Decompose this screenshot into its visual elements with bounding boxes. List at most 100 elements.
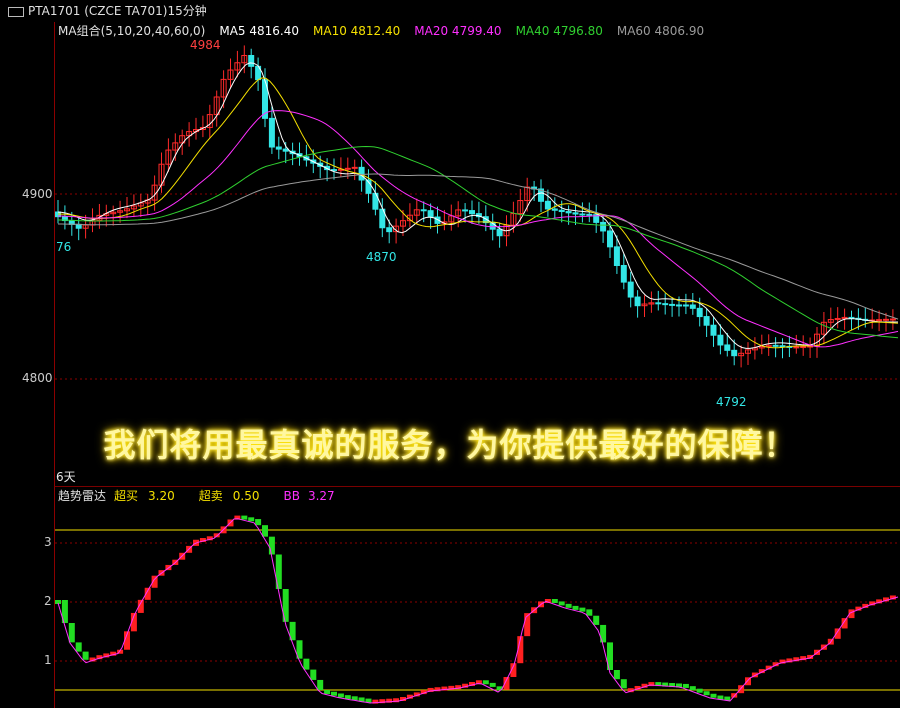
candle-body — [607, 230, 613, 248]
trend-bar — [489, 682, 496, 687]
candle-body — [731, 349, 738, 357]
trend-bar — [586, 609, 593, 616]
candle-body — [462, 209, 469, 212]
trend-bar — [241, 515, 248, 520]
trend-bar — [593, 615, 600, 625]
candle-body — [724, 344, 731, 351]
candle-body — [703, 316, 710, 326]
candle-body — [793, 346, 800, 349]
trend-bar — [572, 605, 579, 610]
trend-bar — [303, 658, 310, 670]
trend-radar-line — [57, 518, 899, 704]
sub-indicator-legend: 趋势雷达 超买 3.20 超卖 0.50 BB 3.27 — [58, 487, 349, 504]
candle-body — [717, 334, 724, 346]
candle-body — [682, 304, 689, 307]
trend-bar — [620, 679, 627, 689]
moving-average-lines — [57, 62, 899, 349]
candle-body — [275, 146, 282, 150]
candle-body — [848, 316, 855, 319]
promo-banner-text: 我们将用最真诚的服务，为你提供最好的保障！ — [103, 426, 797, 464]
candlestick-series — [55, 45, 896, 368]
y-label-4900: 4900 — [22, 187, 53, 201]
left-edge-label: 76 — [56, 240, 72, 254]
low-price-label-2: 4792 — [716, 395, 747, 409]
candle-body — [772, 344, 779, 347]
candle-body — [779, 345, 786, 348]
candle-body — [889, 318, 896, 321]
trend-bar — [482, 680, 489, 685]
candle-body — [427, 210, 434, 218]
candle-body — [248, 54, 255, 67]
candle-body — [662, 303, 669, 306]
chart-canvas[interactable] — [0, 0, 900, 708]
trend-bar — [558, 601, 565, 606]
candle-body — [420, 209, 427, 212]
candle-body — [710, 324, 717, 336]
trend-bar — [834, 628, 841, 639]
candle-body — [800, 346, 807, 349]
candle-body — [676, 304, 682, 307]
trend-bar — [310, 669, 317, 680]
indicator-name[interactable]: 趋势雷达 — [58, 489, 106, 503]
candle-body — [613, 246, 620, 266]
ma60-line — [58, 173, 899, 320]
candle-body — [876, 319, 883, 322]
oversell-label: 超卖 — [198, 489, 223, 503]
candle-body — [551, 208, 558, 211]
bb-value: 3.27 — [307, 489, 335, 503]
candle-body — [600, 221, 607, 232]
y-label-4800: 4800 — [22, 371, 53, 385]
trend-bar — [689, 686, 696, 691]
low-price-label-1: 4870 — [366, 250, 397, 264]
overbuy-label: 超买 — [114, 489, 139, 503]
trend-bar — [255, 519, 262, 526]
candle-body — [620, 264, 627, 283]
trend-bar — [710, 693, 717, 698]
ma5-line — [57, 62, 898, 349]
candle-body — [496, 228, 503, 237]
trend-bar — [841, 618, 848, 629]
sub-y-label-2: 2 — [44, 594, 52, 608]
candle-body — [669, 303, 676, 306]
candle-body — [344, 167, 351, 170]
candle-body — [351, 166, 358, 169]
trend-bar — [82, 651, 89, 660]
candle-body — [634, 296, 641, 307]
sub-y-label-3: 3 — [44, 535, 52, 549]
trend-bar — [613, 670, 620, 680]
trend-bar — [682, 683, 689, 688]
candle-body — [579, 213, 586, 216]
candle-body — [558, 209, 565, 213]
trend-bar — [68, 623, 75, 643]
trend-bar — [337, 693, 344, 698]
candle-body — [565, 211, 572, 214]
trend-bar — [579, 607, 586, 612]
trend-bar — [324, 690, 331, 695]
candle-body — [469, 210, 475, 215]
trend-bar — [75, 642, 82, 652]
trend-radar-bars — [55, 515, 896, 704]
bb-line — [57, 518, 899, 704]
trend-bar — [696, 688, 703, 693]
candle-body — [572, 212, 579, 215]
candle-body — [282, 148, 289, 152]
period-label: 6天 — [56, 470, 76, 484]
candle-body — [883, 318, 889, 321]
trend-bar — [317, 679, 324, 691]
candle-body — [655, 302, 662, 305]
overbuy-value: 3.20 — [148, 489, 175, 503]
trend-bar — [565, 603, 572, 608]
ma40-line — [58, 145, 899, 339]
ma20-line — [58, 110, 899, 348]
ma10-line — [57, 77, 899, 349]
high-price-label: 4984 — [190, 38, 221, 52]
trend-bar — [268, 536, 275, 555]
candle-body — [268, 117, 275, 148]
trend-bar — [600, 624, 607, 643]
trend-bar — [248, 517, 255, 522]
trend-bar — [551, 599, 558, 604]
candle-body — [696, 307, 703, 318]
trend-bar — [262, 525, 268, 537]
oversell-value: 0.50 — [232, 489, 260, 503]
candle-body — [544, 200, 551, 210]
